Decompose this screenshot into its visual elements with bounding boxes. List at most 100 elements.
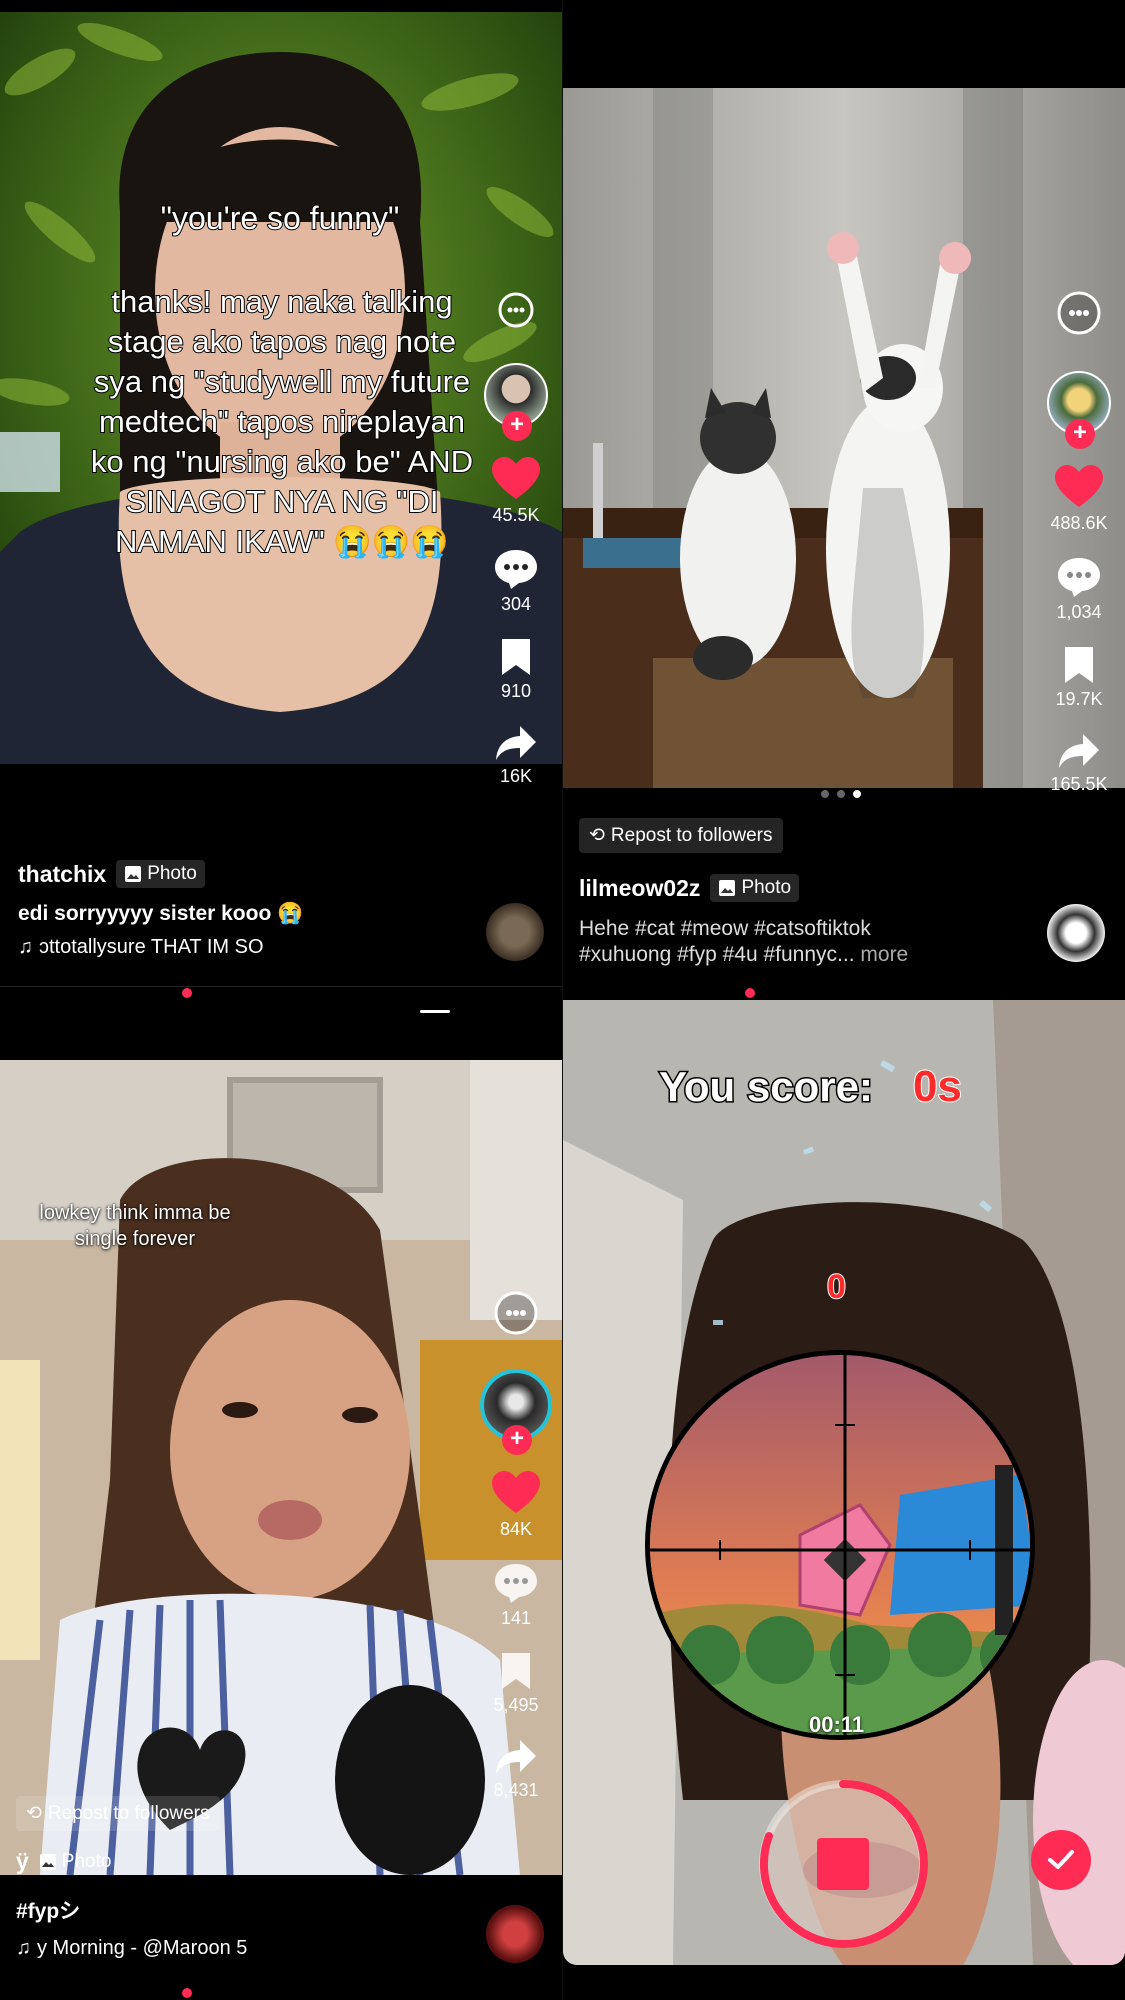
repost-button[interactable]: ⟲ Repost to followers [579,818,783,853]
more-link[interactable]: more [860,943,908,966]
more-options-icon[interactable] [493,1290,539,1341]
more-options-icon[interactable] [496,290,536,335]
record-stop-button[interactable] [755,1776,931,1952]
status-bar-indicator [420,1010,450,1013]
share-count: 8,431 [493,1780,539,1800]
heart-icon [492,457,540,499]
speech-bubble-icon [495,550,537,589]
caption[interactable]: Hehe #cat #meow #catsoftiktok #xuhuong #… [579,916,1019,968]
music-disc[interactable] [486,903,544,961]
music-info[interactable]: ♫ y Morning - @Maroon 5 [16,1937,336,1960]
bookmark-icon [502,639,530,675]
share-arrow-icon [496,726,536,760]
like-count: 84K [499,1519,533,1539]
share-arrow-icon [495,1740,536,1774]
music-info[interactable]: ♫ ɔttotallysure THAT IM SO [18,936,318,959]
action-rail: + 45.5K 304 910 16K [478,290,554,809]
share-button[interactable]: 8,431 [493,1738,539,1801]
comment-count: 141 [500,1608,532,1628]
grid-divider-vertical [562,0,563,2000]
repost-icon: ⟲ [589,825,605,846]
creator-avatar[interactable]: + [480,1369,552,1455]
image-icon [125,866,142,882]
share-button[interactable]: 165.5K [1050,732,1108,795]
share-arrow-icon [1059,734,1099,768]
score-label: You score: [658,1062,875,1112]
photo-tag: Photo [710,874,800,902]
notification-dot [182,988,192,998]
share-button[interactable]: 16K [494,724,538,787]
more-options-icon[interactable] [1056,290,1102,341]
overlay-headline: "you're so funny" [160,199,401,237]
photo-tag: Photo [116,860,205,888]
comment-count: 1,034 [1056,602,1102,622]
save-button[interactable]: 5,495 [493,1651,539,1716]
share-count: 16K [499,766,533,786]
bottom-nav-strip [0,986,562,1000]
username[interactable]: lilmeow02z [579,875,700,902]
username[interactable]: ÿ [16,1848,29,1875]
hit-counter: 0 [826,1267,847,1307]
comment-button[interactable]: 141 [493,1562,539,1629]
post-info: lilmeow02z Photo Hehe #cat #meow #catsof… [579,874,1019,968]
image-icon [39,1853,56,1870]
bookmark-icon [501,1653,530,1689]
music-disc[interactable] [486,1905,544,1963]
save-button[interactable]: 19.7K [1055,645,1103,710]
bookmark-icon [1064,647,1093,683]
like-count: 488.6K [1050,513,1108,533]
carousel-dots [821,790,861,798]
bottom-nav-strip [563,988,1125,1000]
photo-tag: Photo [39,1851,111,1873]
video-post-3: lowkey think imma be single forever + 84… [0,1000,562,2000]
overlay-text: lowkey think imma be single forever [39,1202,231,1250]
post-info: thatchix Photo edi sorryyyyy sister kooo… [18,860,458,959]
like-count: 45.5K [492,505,540,525]
heart-icon [492,1471,540,1513]
save-button[interactable]: 910 [499,637,533,702]
save-count: 5,495 [493,1695,539,1715]
like-button[interactable]: 488.6K [1050,465,1108,534]
speech-bubble-icon [495,1564,537,1603]
share-count: 165.5K [1050,774,1108,794]
notification-dot [182,1988,192,1998]
save-count: 910 [500,681,532,701]
comment-button[interactable]: 1,034 [1056,556,1102,623]
action-rail: + 84K 141 5,495 8,431 [476,1290,556,1823]
caption[interactable]: edi sorryyyyy sister kooo 😭 [18,902,458,926]
music-note-icon: ♫ [16,1937,31,1959]
confirm-button[interactable] [1031,1830,1091,1890]
creator-avatar[interactable]: + [1047,371,1111,449]
creator-avatar[interactable]: + [484,363,548,441]
game-filter-camera: You score: 0s 0 00:11 [563,1000,1125,2000]
comment-count: 304 [500,594,532,614]
post-info: ÿ Photo #fypシ ♫ y Morning - @Maroon 5 [16,1848,456,1960]
action-rail: + 488.6K 1,034 19.7K 165.5K [1039,290,1119,817]
save-count: 19.7K [1055,689,1103,709]
follow-plus-icon[interactable]: + [502,1425,532,1455]
caption[interactable]: #fypシ [16,1895,456,1925]
heart-icon [1055,465,1103,507]
follow-plus-icon[interactable]: + [1065,419,1095,449]
like-button[interactable]: 84K [492,1471,540,1540]
game-timer: 00:11 [809,1712,865,1737]
like-button[interactable]: 45.5K [492,457,540,526]
image-icon [719,880,736,896]
stop-square-icon [817,1838,869,1890]
score-display: You score: 0s [658,1061,963,1112]
video-post-2: + 488.6K 1,034 19.7K 165.5K ⟲ Repost to … [563,0,1125,1000]
music-note-icon: ♫ [18,936,33,958]
music-disc[interactable] [1047,904,1105,962]
sniper-scope [645,1350,1035,1740]
notification-dot [745,988,755,998]
scope-scene [650,1355,1030,1735]
comment-button[interactable]: 304 [493,548,539,615]
score-value: 0s [912,1061,963,1112]
overlay-body: thanks! may naka talking stage ako tapos… [90,283,474,560]
check-icon [1048,1850,1074,1869]
repost-icon: ⟲ [26,1803,42,1824]
speech-bubble-icon [1058,558,1100,597]
follow-plus-icon[interactable]: + [502,411,532,441]
username[interactable]: thatchix [18,861,106,888]
repost-button[interactable]: ⟲ Repost to followers [16,1796,220,1831]
